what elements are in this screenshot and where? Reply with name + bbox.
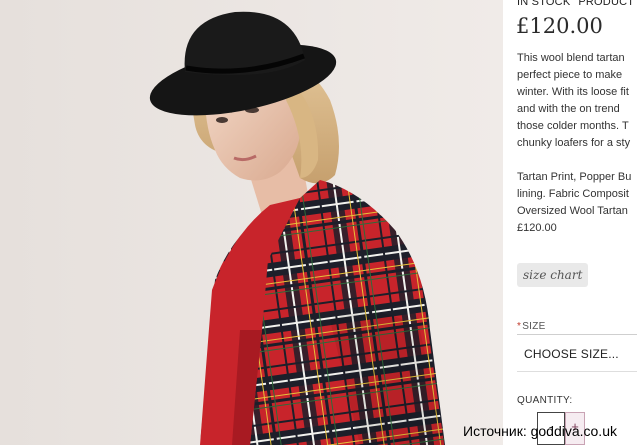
stock-status-bar: IN STOCK PRODUCT bbox=[517, 0, 634, 8]
product-price: £120.00 bbox=[516, 14, 603, 38]
product-photo bbox=[0, 0, 503, 445]
description-line: those colder months. T bbox=[517, 120, 629, 132]
description-line: and with the on trend bbox=[517, 103, 620, 115]
size-chart-button[interactable]: size chart bbox=[517, 263, 589, 287]
model-image bbox=[0, 0, 503, 445]
size-select[interactable]: CHOOSE SIZE... bbox=[517, 338, 637, 370]
product-info-panel: IN STOCK PRODUCT £120.00 This wool blend … bbox=[503, 0, 637, 445]
quantity-label: QUANTITY: bbox=[517, 395, 573, 406]
product-details: Tartan Print, Popper Bu lining. Fabric C… bbox=[517, 169, 637, 237]
size-label: *SIZE bbox=[517, 321, 546, 332]
stock-status: IN STOCK bbox=[517, 0, 571, 8]
required-marker: * bbox=[517, 321, 522, 332]
details-line: lining. Fabric Composit bbox=[517, 188, 629, 200]
description-line: This wool blend tartan bbox=[517, 52, 625, 64]
divider bbox=[517, 334, 637, 335]
source-watermark: Источник: goddiva.co.uk bbox=[463, 423, 617, 439]
divider bbox=[517, 371, 637, 372]
description-line: chunky loafers for a sty bbox=[517, 137, 631, 149]
description-line: perfect piece to make bbox=[517, 69, 623, 81]
product-description: This wool blend tartan perfect piece to … bbox=[517, 50, 637, 152]
product-label: PRODUCT bbox=[578, 0, 635, 8]
details-line: Tartan Print, Popper Bu bbox=[517, 171, 632, 183]
details-price: £120.00 bbox=[517, 222, 557, 234]
details-line: Oversized Wool Tartan bbox=[517, 205, 628, 217]
description-line: winter. With its loose fit bbox=[517, 86, 629, 98]
size-label-text: SIZE bbox=[522, 321, 546, 332]
